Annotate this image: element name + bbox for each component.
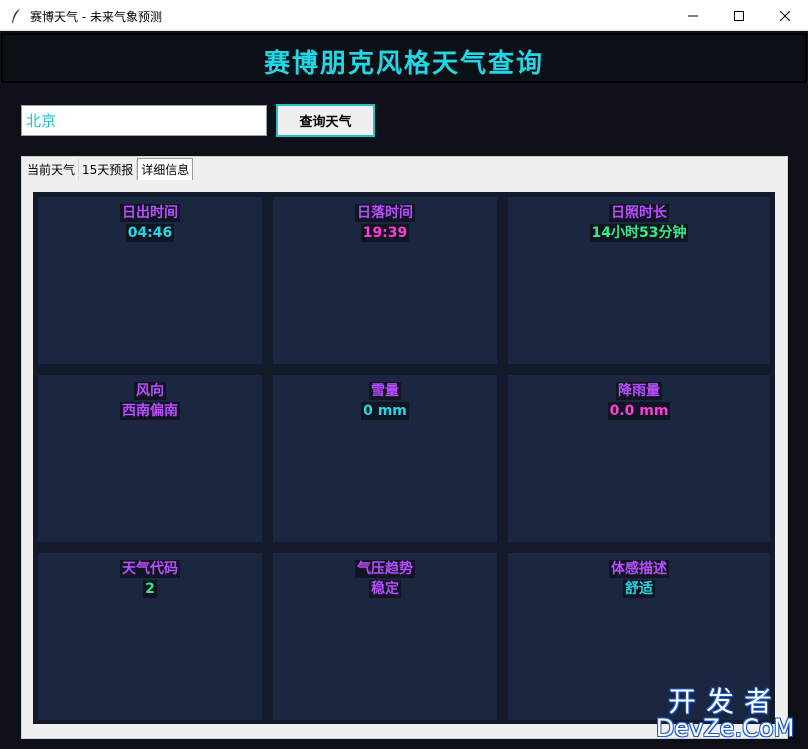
detail-label: 降雨量 — [616, 382, 662, 400]
detail-card-weather-code: 天气代码 2 — [38, 553, 262, 720]
detail-value: 2 — [143, 580, 157, 598]
app-header: 赛博朋克风格天气查询 — [1, 33, 807, 83]
watermark: 开发者 DevZe.CoM — [650, 680, 800, 744]
detail-value: 0 mm — [361, 402, 409, 420]
detail-value: 14小时53分钟 — [589, 224, 689, 242]
maximize-icon — [734, 10, 744, 21]
tab-details[interactable]: 详细信息 — [137, 158, 194, 180]
detail-card-snowfall: 雪量 0 mm — [273, 375, 497, 542]
window-titlebar: 赛博天气 - 未来气象预测 — [0, 0, 808, 31]
detail-value: 19:39 — [360, 224, 410, 242]
detail-value: 舒适 — [623, 580, 655, 598]
detail-label: 气压趋势 — [355, 560, 415, 578]
close-button[interactable] — [762, 0, 808, 31]
detail-value: 0.0 mm — [607, 402, 671, 420]
detail-value: 西南偏南 — [120, 402, 180, 420]
tab-current-weather[interactable]: 当前天气 — [24, 159, 80, 180]
detail-card-sunrise: 日出时间 04:46 — [38, 197, 262, 364]
details-panel: 日出时间 04:46 日落时间 19:39 日照时长 14小时53分钟 风向 西… — [33, 192, 775, 724]
maximize-button[interactable] — [716, 0, 762, 31]
watermark-line2: DevZe.CoM — [655, 714, 795, 742]
detail-card-rainfall: 降雨量 0.0 mm — [508, 375, 770, 542]
detail-card-sunset: 日落时间 19:39 — [273, 197, 497, 364]
detail-label: 日出时间 — [120, 204, 180, 222]
minimize-icon — [688, 15, 698, 16]
tab-notebook: 当前天气 15天预报 详细信息 日出时间 04:46 日落时间 19:39 日照… — [21, 156, 788, 739]
detail-label: 天气代码 — [120, 560, 180, 578]
detail-card-wind-direction: 风向 西南偏南 — [38, 375, 262, 542]
minimize-button[interactable] — [670, 0, 716, 31]
detail-label: 日照时长 — [609, 204, 669, 222]
query-weather-button[interactable]: 查询天气 — [276, 104, 375, 137]
detail-label: 风向 — [134, 382, 166, 400]
detail-label: 雪量 — [369, 382, 401, 400]
close-icon — [780, 10, 790, 21]
detail-label: 体感描述 — [609, 560, 669, 578]
feather-icon — [12, 9, 20, 23]
detail-value: 稳定 — [369, 580, 401, 598]
tab-bar: 当前天气 15天预报 详细信息 — [24, 158, 194, 181]
window-title: 赛博天气 - 未来气象预测 — [30, 10, 162, 24]
detail-value: 04:46 — [125, 224, 175, 242]
detail-label: 日落时间 — [355, 204, 415, 222]
detail-card-pressure-trend: 气压趋势 稳定 — [273, 553, 497, 720]
page-title: 赛博朋克风格天气查询 — [263, 49, 544, 79]
detail-card-daylight: 日照时长 14小时53分钟 — [508, 197, 770, 364]
tab-15-day-forecast[interactable]: 15天预报 — [79, 159, 138, 180]
city-input[interactable] — [21, 105, 267, 136]
